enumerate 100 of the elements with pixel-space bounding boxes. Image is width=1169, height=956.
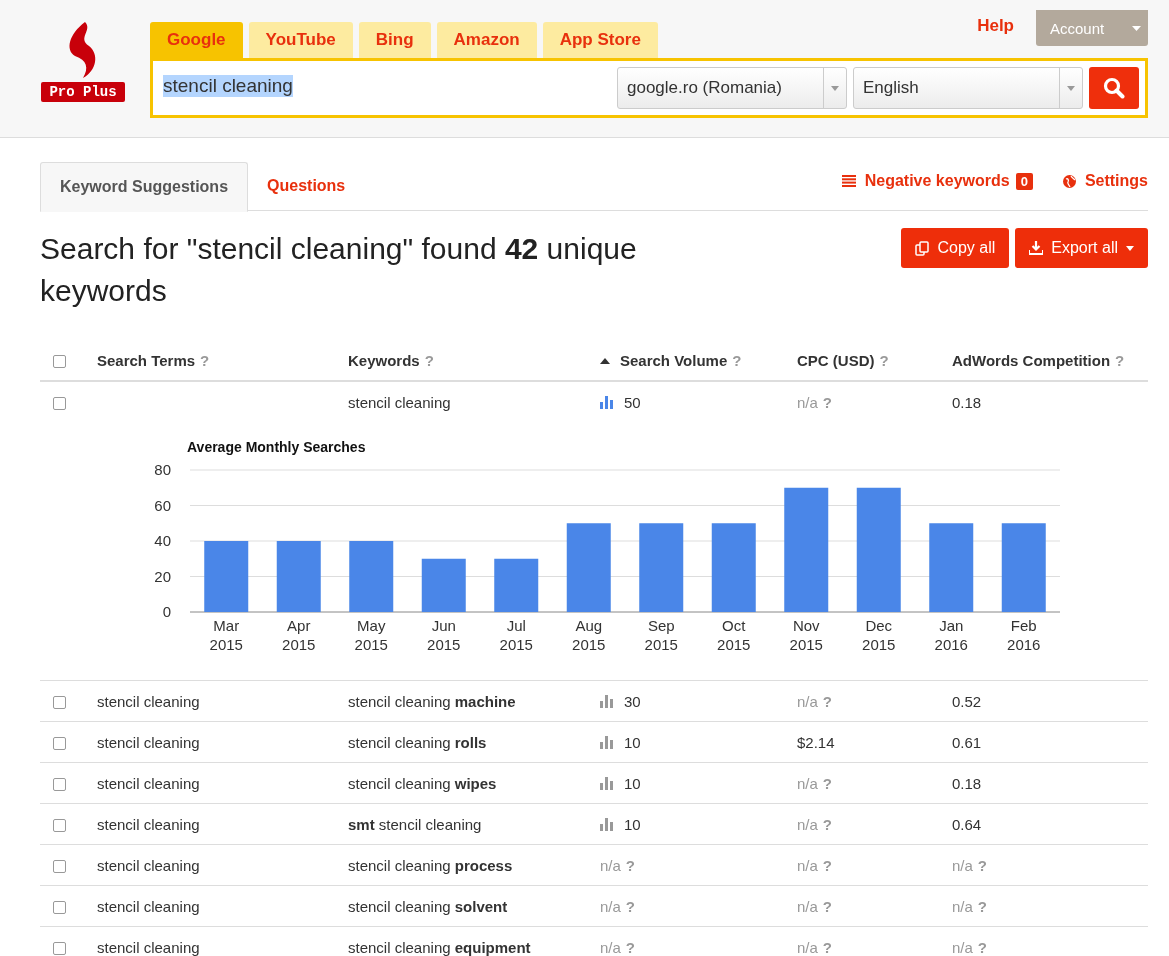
- axis-label: 0: [162, 603, 171, 620]
- table-cell: 0.61: [952, 733, 982, 751]
- help-icon[interactable]: ?: [822, 815, 833, 833]
- help-icon[interactable]: ?: [822, 897, 833, 915]
- bar: [349, 541, 394, 612]
- table-cell: stencil cleaning: [97, 938, 200, 956]
- checkbox[interactable]: [53, 397, 66, 411]
- axis-label: Jul 2015: [499, 617, 533, 653]
- axis-label: Mar 2015: [209, 617, 243, 653]
- export-all-button[interactable]: Export all: [1015, 228, 1148, 268]
- checkbox[interactable]: [53, 819, 66, 833]
- axis-label: 80: [154, 461, 171, 478]
- checkbox[interactable]: [53, 737, 66, 751]
- bar: [421, 558, 466, 612]
- engine-tab[interactable]: Amazon: [436, 22, 537, 58]
- table-cell[interactable]: stencil cleaning solvent: [348, 897, 508, 915]
- table-cell: n/a: [797, 897, 818, 915]
- search-field[interactable]: stencil cleaning: [163, 66, 611, 106]
- help-icon[interactable]: ?: [625, 856, 636, 874]
- checkbox[interactable]: [53, 860, 66, 874]
- axis-label: 60: [154, 496, 171, 514]
- engine-tab[interactable]: YouTube: [248, 22, 353, 58]
- help-link[interactable]: Help: [977, 16, 1014, 36]
- checkbox[interactable]: [53, 901, 66, 915]
- table-cell: stencil cleaning: [97, 815, 200, 833]
- column-header[interactable]: AdWords Competition: [952, 351, 1111, 369]
- bar: [494, 558, 539, 612]
- table-cell[interactable]: stencil cleaning equipment: [348, 938, 531, 956]
- account-button[interactable]: Account: [1036, 10, 1148, 46]
- table-cell[interactable]: stencil cleaning wipes: [348, 774, 497, 792]
- table-cell: stencil cleaning: [97, 692, 200, 710]
- bar: [276, 541, 321, 612]
- globe-icon: [1062, 174, 1076, 188]
- table-cell: n/a: [797, 393, 818, 411]
- help-icon[interactable]: ?: [1115, 351, 1125, 369]
- checkbox[interactable]: [53, 942, 66, 956]
- help-icon[interactable]: ?: [625, 938, 636, 956]
- copy-icon: [915, 240, 930, 256]
- table-cell: n/a: [600, 938, 621, 956]
- table-cell[interactable]: stencil cleaning process: [348, 856, 513, 874]
- engine-tab[interactable]: App Store: [542, 22, 658, 58]
- help-icon[interactable]: ?: [200, 351, 210, 369]
- table-cell: stencil cleaning: [97, 733, 200, 751]
- axis-label: Nov 2015: [789, 617, 823, 653]
- column-header[interactable]: Search Terms: [97, 351, 196, 369]
- caret-icon: [1067, 85, 1075, 91]
- logo-badge: Pro Plus: [41, 82, 125, 102]
- table-cell: 0.18: [952, 774, 982, 792]
- tab[interactable]: Keyword Suggestions: [40, 162, 249, 212]
- column-header[interactable]: CPC (USD): [797, 351, 875, 369]
- search-button[interactable]: [1089, 67, 1139, 109]
- axis-label: 40: [154, 532, 171, 549]
- table-cell[interactable]: smt stencil cleaning: [348, 815, 482, 833]
- engine-tab[interactable]: Google: [150, 22, 243, 58]
- checkbox[interactable]: [53, 696, 66, 710]
- table-cell: 10: [624, 733, 641, 751]
- help-icon[interactable]: ?: [822, 774, 833, 792]
- table-cell[interactable]: stencil cleaning machine: [348, 692, 516, 710]
- copy-all-button[interactable]: Copy all: [901, 228, 1010, 268]
- table-cell[interactable]: stencil cleaning rolls: [348, 733, 487, 751]
- caret-icon: [831, 85, 839, 91]
- table-cell: n/a: [952, 856, 973, 874]
- table-cell: 0.52: [952, 692, 982, 710]
- checkbox[interactable]: [53, 355, 66, 369]
- checkbox[interactable]: [53, 778, 66, 792]
- table-cell[interactable]: stencil cleaning: [348, 393, 451, 411]
- bar-chart-icon: [600, 395, 614, 409]
- help-icon[interactable]: ?: [822, 692, 833, 710]
- table-cell: $2.14: [797, 733, 835, 751]
- language-select[interactable]: English: [853, 67, 1083, 109]
- column-header[interactable]: Keywords: [348, 351, 420, 369]
- negative-keywords-link[interactable]: Negative keywords 0: [841, 170, 1033, 192]
- help-icon[interactable]: ?: [977, 897, 988, 915]
- axis-label: 20: [154, 567, 171, 585]
- help-icon[interactable]: ?: [625, 897, 636, 915]
- tab[interactable]: Questions: [248, 162, 365, 210]
- help-icon[interactable]: ?: [732, 351, 742, 369]
- results-heading: Search for "stencil cleaning" found 42 unique keywords: [40, 231, 638, 309]
- help-icon[interactable]: ?: [424, 351, 434, 369]
- table-cell: n/a: [952, 897, 973, 915]
- settings-link[interactable]: Settings: [1062, 170, 1148, 192]
- chart-title: Average Monthly Searches: [187, 439, 366, 455]
- help-icon[interactable]: ?: [822, 856, 833, 874]
- table-cell: stencil cleaning: [97, 897, 200, 915]
- engine-tab[interactable]: Bing: [358, 22, 431, 58]
- table-cell: 10: [624, 774, 641, 792]
- column-header[interactable]: Search Volume: [620, 351, 728, 369]
- help-icon[interactable]: ?: [977, 856, 988, 874]
- axis-label: Aug 2015: [572, 617, 606, 653]
- help-icon[interactable]: ?: [977, 938, 988, 956]
- table-cell: n/a: [600, 897, 621, 915]
- country-select[interactable]: google.ro (Romania): [617, 67, 847, 109]
- table-cell: 30: [624, 692, 641, 710]
- axis-label: Jun 2015: [427, 617, 461, 653]
- caret-icon: [1131, 25, 1141, 31]
- table-cell: n/a: [600, 856, 621, 874]
- table-cell: stencil cleaning: [97, 774, 200, 792]
- help-icon[interactable]: ?: [822, 393, 833, 411]
- help-icon[interactable]: ?: [879, 351, 889, 369]
- help-icon[interactable]: ?: [822, 938, 833, 956]
